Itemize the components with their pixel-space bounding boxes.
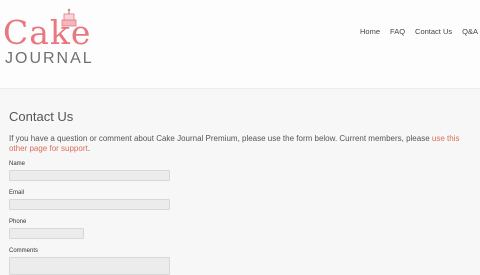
intro-sentence: If you have a question or comment about … (9, 134, 430, 143)
main-content: Contact Us If you have a question or com… (9, 109, 475, 275)
name-field[interactable] (9, 170, 170, 181)
page-title: Contact Us (9, 109, 74, 124)
intro-end: . (87, 144, 90, 153)
logo-cake-text: Cake (3, 13, 92, 52)
nav-contact-us[interactable]: Contact Us (415, 27, 452, 36)
nav-home[interactable]: Home (360, 27, 380, 36)
comments-field[interactable] (9, 257, 170, 275)
site-logo[interactable]: Cake JOURNAL (3, 8, 103, 70)
nav-qa[interactable]: Q&A (462, 27, 478, 36)
intro-text: If you have a question or comment about … (9, 134, 479, 154)
main-nav: Home FAQ Contact Us Q&A (350, 27, 478, 36)
nav-faq[interactable]: FAQ (390, 27, 405, 36)
name-label: Name (9, 161, 26, 167)
comments-label: Comments (9, 248, 39, 254)
site-header: Cake JOURNAL Home FAQ Contact Us Q&A (0, 0, 480, 89)
email-field[interactable] (9, 199, 170, 210)
email-label: Email (9, 190, 25, 196)
phone-label: Phone (9, 219, 27, 225)
logo-journal-text: JOURNAL (5, 50, 94, 67)
phone-field[interactable] (9, 228, 84, 239)
